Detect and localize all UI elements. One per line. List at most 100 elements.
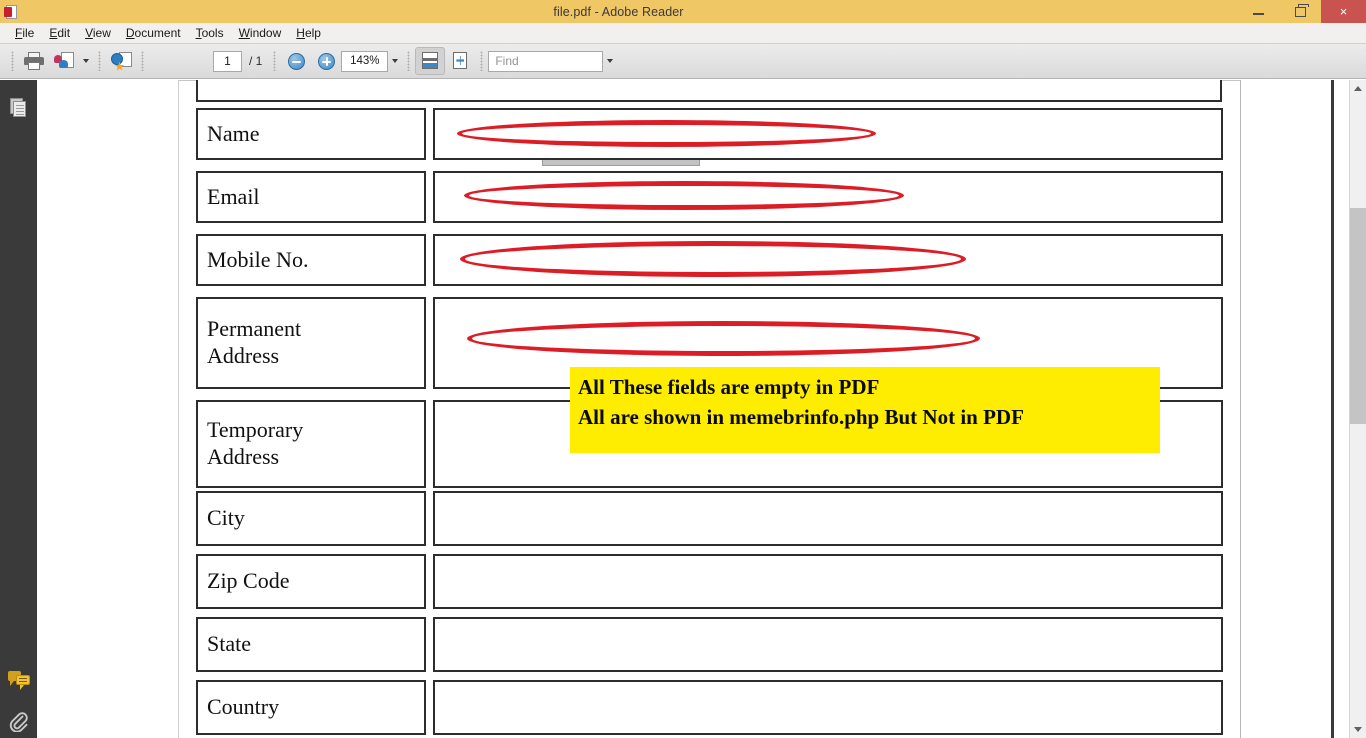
previous-page-button[interactable]: [149, 47, 179, 75]
menu-edit[interactable]: Edit: [42, 24, 77, 42]
sidebar-item-comments[interactable]: [0, 660, 37, 698]
find-chevron-down-icon[interactable]: [607, 59, 614, 63]
form-label-text: State: [207, 631, 251, 657]
page-right-edge: [1240, 80, 1241, 738]
menu-file[interactable]: File: [8, 24, 41, 42]
zoom-out-icon: [287, 52, 305, 70]
arrow-down-icon: [185, 52, 203, 70]
toolbar: 1 / 1 143% Find: [0, 44, 1366, 79]
pages-panel-icon: [10, 97, 27, 117]
adobe-reader-window: file.pdf - Adobe Reader × File Edit View…: [0, 0, 1366, 738]
form-label-cell: Temporary Address: [196, 400, 426, 488]
create-pdf-button[interactable]: [106, 47, 136, 75]
chevron-up-icon: [1354, 86, 1362, 91]
form-label-text: Temporary Address: [207, 417, 304, 469]
zoom-chevron-down-icon[interactable]: [392, 59, 399, 63]
table-row: Email: [196, 171, 1223, 223]
share-file-icon: [54, 52, 74, 70]
close-button[interactable]: ×: [1321, 0, 1366, 23]
form-value-cell[interactable]: [433, 554, 1223, 609]
next-page-button[interactable]: [179, 47, 209, 75]
form-label-cell: Permanent Address: [196, 297, 426, 389]
window-title: file.pdf - Adobe Reader: [553, 4, 684, 19]
form-label-cell: City: [196, 491, 426, 546]
form-value-cell[interactable]: [433, 171, 1223, 223]
sidebar-item-attachments[interactable]: [0, 702, 37, 738]
arrow-up-icon: [155, 52, 173, 70]
document-viewport[interactable]: Name Email Mobile No. Permanent Address Tempo…: [37, 80, 1350, 738]
chevron-down-icon[interactable]: [83, 59, 89, 63]
minimize-button[interactable]: [1237, 0, 1279, 23]
form-value-cell[interactable]: [433, 234, 1223, 286]
form-label-text: Country: [207, 694, 280, 720]
form-row-partial: [196, 80, 1222, 102]
minimize-icon: [1252, 13, 1264, 15]
form-label-cell: Country: [196, 680, 426, 735]
create-pdf-globe-icon: [110, 51, 132, 71]
vertical-scrollbar[interactable]: [1349, 80, 1366, 738]
table-row: Country: [196, 680, 1223, 735]
paperclip-icon: [9, 711, 28, 732]
sidebar-item-page-thumbnails[interactable]: [0, 88, 37, 126]
toolbar-grip-6[interactable]: [480, 51, 484, 71]
page-left-edge: [178, 80, 179, 738]
menu-help[interactable]: Help: [289, 24, 328, 42]
toolbar-grip-3[interactable]: [141, 51, 144, 71]
title-bar: file.pdf - Adobe Reader ×: [0, 0, 1366, 24]
scroll-down-button[interactable]: [1350, 721, 1366, 738]
zoom-in-icon: [317, 52, 335, 70]
fit-width-button[interactable]: [415, 47, 446, 75]
table-row: City: [196, 491, 1223, 546]
comments-icon: [7, 670, 30, 690]
table-row: Mobile No.: [196, 234, 1223, 286]
form-label-text: Email: [207, 183, 260, 209]
form-value-cell[interactable]: [433, 617, 1223, 672]
form-label-cell: Name: [196, 108, 426, 160]
restore-icon: [1294, 3, 1309, 17]
printer-icon: [24, 52, 44, 70]
menu-document[interactable]: Document: [119, 24, 188, 42]
menu-view[interactable]: View: [78, 24, 118, 42]
find-input[interactable]: Find: [488, 50, 604, 72]
scroll-up-button[interactable]: [1350, 80, 1366, 97]
close-icon: ×: [1339, 4, 1348, 19]
form-label-text: Zip Code: [207, 568, 290, 594]
document-right-gutter: [1331, 80, 1334, 738]
form-label-text: Mobile No.: [207, 246, 309, 272]
zoom-level-input[interactable]: 143%: [341, 50, 389, 72]
form-label-text: Permanent Address: [207, 316, 302, 368]
toolbar-grip-5[interactable]: [407, 51, 411, 71]
menu-bar: File Edit View Document Tools Window Hel…: [0, 23, 1366, 44]
chevron-down-icon: [1354, 727, 1362, 732]
form-label-cell: Zip Code: [196, 554, 426, 609]
page-number-input[interactable]: 1: [213, 50, 242, 72]
form-label-cell: State: [196, 617, 426, 672]
zoom-out-button[interactable]: [281, 47, 311, 75]
form-value-cell[interactable]: [433, 108, 1223, 160]
navigation-pane-strip: [0, 80, 38, 738]
form-value-cell[interactable]: [433, 491, 1223, 546]
menu-tools[interactable]: Tools: [189, 24, 231, 42]
form-label-text: City: [207, 505, 245, 531]
table-row: State: [196, 617, 1223, 672]
form-value-cell[interactable]: [433, 680, 1223, 735]
menu-window[interactable]: Window: [232, 24, 289, 42]
restore-button[interactable]: [1279, 0, 1321, 23]
toolbar-grip-4[interactable]: [273, 51, 277, 71]
form-label-cell: Email: [196, 171, 426, 223]
note-line-2: All are shown in memebrinfo.php But Not …: [578, 404, 1024, 429]
scrollbar-thumb[interactable]: [1350, 208, 1366, 424]
zoom-in-button[interactable]: [311, 47, 341, 75]
pdf-page: Name Email Mobile No. Permanent Address Tempo…: [37, 80, 1243, 738]
form-label-cell: Mobile No.: [196, 234, 426, 286]
print-button[interactable]: [19, 47, 49, 75]
fit-page-icon: [450, 52, 470, 70]
toolbar-grip[interactable]: [11, 51, 14, 71]
share-file-button[interactable]: [49, 47, 79, 75]
table-row: Zip Code: [196, 554, 1223, 609]
fit-page-button[interactable]: [445, 47, 475, 75]
pdf-document-icon: [4, 4, 20, 20]
page-count-label: / 1: [249, 54, 263, 68]
toolbar-grip-2[interactable]: [98, 51, 101, 71]
fit-width-icon: [420, 52, 440, 70]
